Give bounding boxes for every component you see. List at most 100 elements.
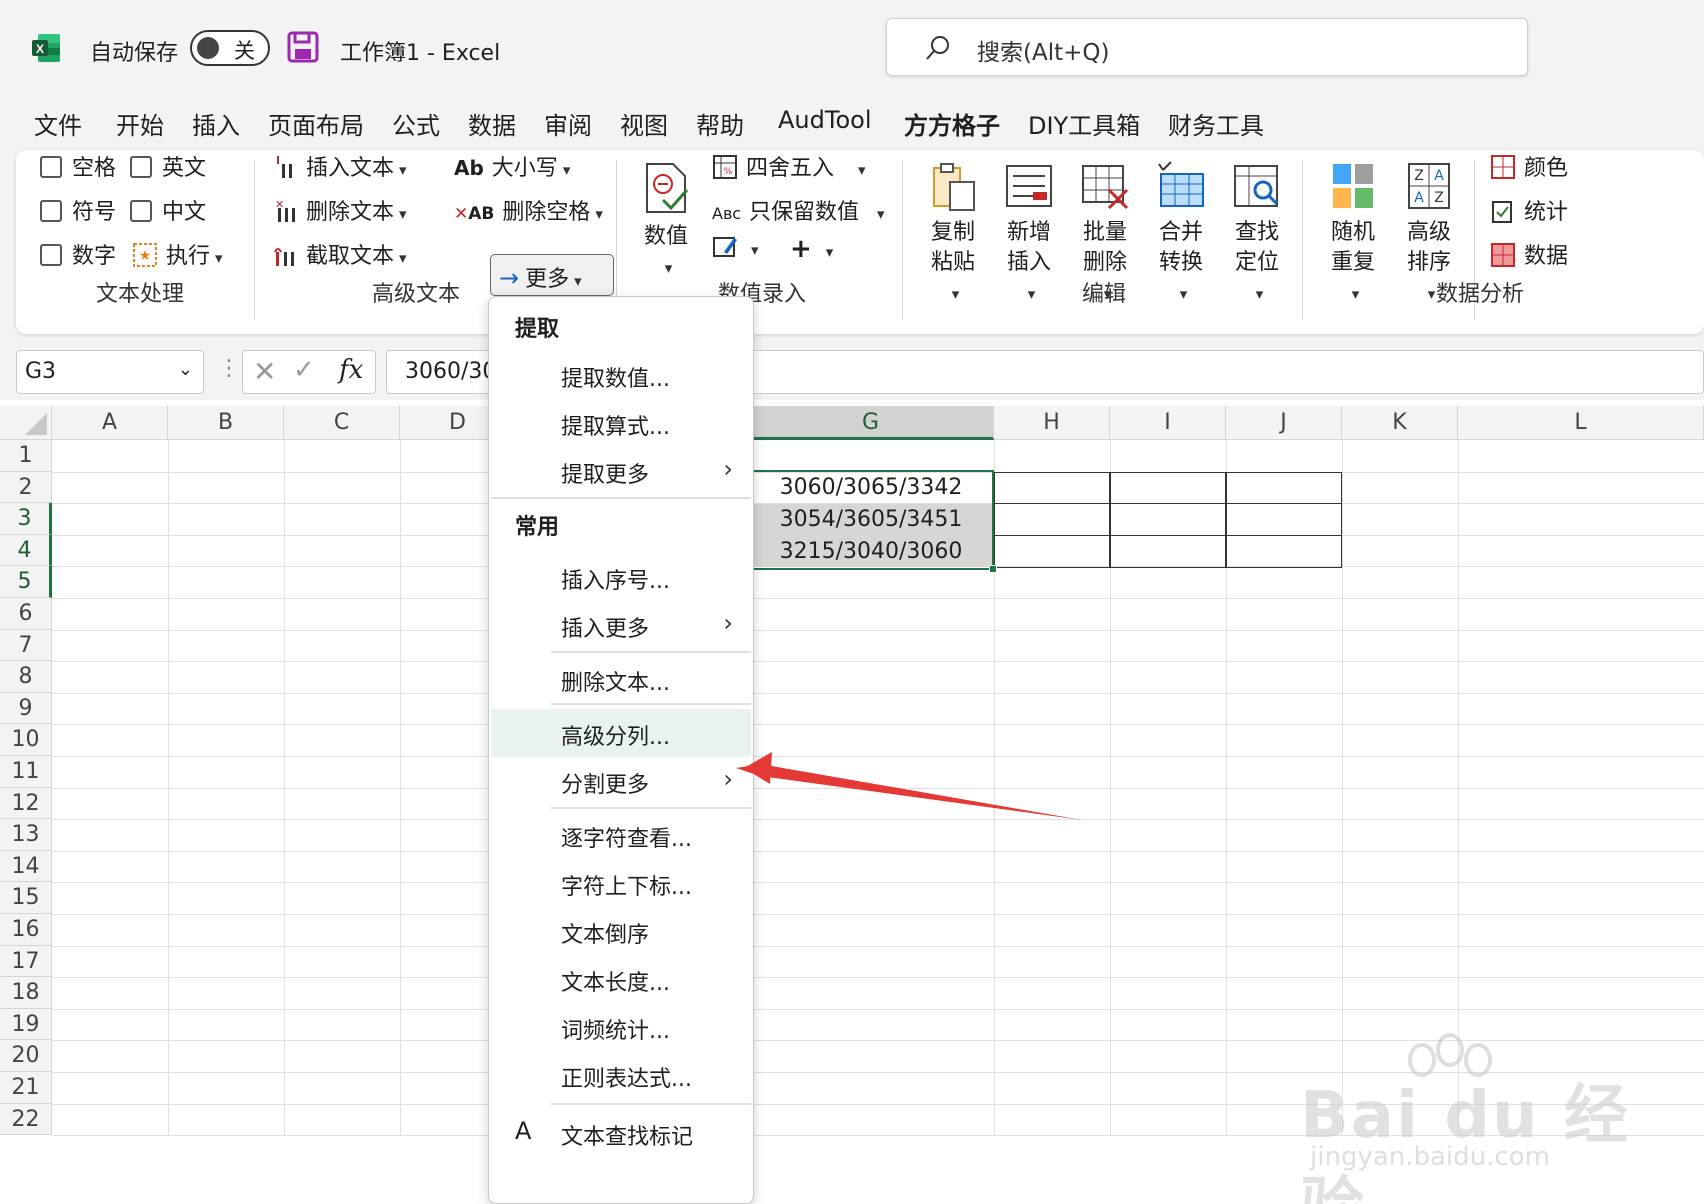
tab-insert[interactable]: 插入 — [192, 106, 240, 141]
statistics-button[interactable]: 统计 — [1490, 194, 1568, 226]
row-header-2[interactable]: 2 — [0, 471, 52, 504]
cancel-icon[interactable]: ✕ — [253, 355, 276, 388]
tab-view[interactable]: 视图 — [620, 106, 668, 141]
menu-advanced-split[interactable]: 高级分列... — [491, 709, 751, 757]
menu-regex[interactable]: 正则表达式... — [491, 1051, 751, 1099]
column-header-j[interactable]: J — [1226, 406, 1342, 440]
menu-word-frequency[interactable]: 词频统计... — [491, 1003, 751, 1051]
row-header-18[interactable]: 18 — [0, 977, 52, 1009]
column-header-k[interactable]: K — [1342, 406, 1458, 440]
delete-text-button[interactable]: ✕ 删除文本 ▾ — [272, 194, 407, 226]
cell-j4[interactable] — [1226, 503, 1342, 536]
new-insert-button[interactable]: 新增插入 ▾ — [994, 160, 1064, 309]
tab-file[interactable]: 文件 — [34, 106, 82, 141]
checkbox-english[interactable]: 英文 — [130, 150, 206, 182]
search-box[interactable]: 搜索(Alt+Q) — [886, 18, 1528, 76]
column-header-l[interactable]: L — [1458, 406, 1704, 440]
row-header-5[interactable]: 5 — [0, 566, 52, 598]
menu-text-find-mark[interactable]: A 文本查找标记 — [491, 1109, 751, 1157]
column-header-a[interactable]: A — [52, 406, 168, 440]
more-button[interactable]: → 更多 ▾ — [490, 254, 614, 296]
merge-convert-button[interactable]: 合并转换 ▾ — [1146, 160, 1216, 309]
row-header-6[interactable]: 6 — [0, 598, 52, 630]
menu-insert-more[interactable]: 插入更多 › — [491, 601, 751, 649]
data-button[interactable]: 数据 — [1490, 238, 1568, 270]
column-header-i[interactable]: I — [1110, 406, 1226, 440]
menu-insert-sequence[interactable]: 插入序号... — [491, 553, 751, 601]
case-button[interactable]: Ab 大小写 ▾ — [454, 150, 570, 182]
tab-data[interactable]: 数据 — [468, 106, 516, 141]
execute-button[interactable]: ★ 执行 ▾ — [132, 238, 223, 270]
column-header-g[interactable]: G — [748, 406, 994, 440]
tab-diy-toolbox[interactable]: DIY工具箱 — [1028, 106, 1140, 141]
keep-value-button[interactable]: Aʙᴄ 只保留数值 ▾ — [712, 194, 885, 226]
cell-h5[interactable] — [994, 535, 1110, 568]
column-header-h[interactable]: H — [994, 406, 1110, 440]
insert-text-button[interactable]: 插入文本 ▾ — [272, 150, 407, 182]
tab-help[interactable]: 帮助 — [696, 106, 744, 141]
row-header-13[interactable]: 13 — [0, 819, 52, 851]
row-header-19[interactable]: 19 — [0, 1008, 52, 1041]
row-header-22[interactable]: 22 — [0, 1103, 52, 1136]
cell-h4[interactable] — [994, 503, 1110, 536]
row-header-16[interactable]: 16 — [0, 914, 52, 946]
row-header-4[interactable]: 4 — [0, 534, 52, 567]
delete-space-button[interactable]: ✕AB 删除空格 ▾ — [454, 194, 603, 226]
more-options-icon[interactable]: ⋮ — [218, 356, 240, 381]
fill-handle[interactable] — [989, 565, 997, 573]
select-all-corner[interactable] — [0, 406, 52, 440]
checkbox-chinese[interactable]: 中文 — [130, 194, 206, 226]
menu-extract-more[interactable]: 提取更多 › — [491, 447, 751, 495]
edit-value-button[interactable]: ▾ — [712, 234, 759, 261]
name-box[interactable]: G3 ⌄ — [16, 350, 204, 394]
row-header-1[interactable]: 1 — [0, 440, 52, 472]
tab-home[interactable]: 开始 — [116, 106, 164, 141]
random-repeat-button[interactable]: 随机重复 ▾ — [1318, 160, 1388, 309]
cut-text-button[interactable]: 截取文本 ▾ — [272, 238, 407, 270]
row-header-21[interactable]: 21 — [0, 1072, 52, 1104]
row-header-17[interactable]: 17 — [0, 945, 52, 978]
save-icon[interactable] — [286, 30, 320, 64]
row-header-20[interactable]: 20 — [0, 1040, 52, 1072]
menu-delete-text[interactable]: 删除文本... — [491, 655, 751, 703]
cell-j5[interactable] — [1226, 535, 1342, 568]
checkbox-symbol[interactable]: 符号 — [40, 194, 116, 226]
menu-superscript-subscript[interactable]: 字符上下标... — [491, 859, 751, 907]
value-button[interactable]: 数值 ▾ — [636, 160, 696, 283]
column-header-b[interactable]: B — [168, 406, 284, 440]
row-header-9[interactable]: 9 — [0, 692, 52, 725]
checkbox-number[interactable]: 数字 — [40, 238, 116, 270]
row-header-15[interactable]: 15 — [0, 882, 52, 914]
round-button[interactable]: % 四舍五入 ▾ — [712, 150, 866, 182]
menu-char-view[interactable]: 逐字符查看... — [491, 811, 751, 859]
tab-formulas[interactable]: 公式 — [392, 106, 440, 141]
menu-extract-value[interactable]: 提取数值... — [491, 351, 751, 399]
row-header-14[interactable]: 14 — [0, 850, 52, 883]
find-locate-button[interactable]: 查找定位 ▾ — [1222, 160, 1292, 309]
row-header-3[interactable]: 3 — [0, 503, 52, 535]
row-header-12[interactable]: 12 — [0, 787, 52, 820]
menu-text-reverse[interactable]: 文本倒序 — [491, 907, 751, 955]
color-button[interactable]: 颜色 — [1490, 150, 1568, 182]
row-header-11[interactable]: 11 — [0, 756, 52, 788]
row-header-8[interactable]: 8 — [0, 661, 52, 693]
autosave-toggle[interactable]: 关 — [190, 30, 270, 66]
checkbox-space[interactable]: 空格 — [40, 150, 116, 182]
tab-page-layout[interactable]: 页面布局 — [268, 106, 364, 141]
cell-i5[interactable] — [1110, 535, 1226, 568]
chevron-down-icon[interactable]: ⌄ — [178, 359, 193, 380]
copy-paste-button[interactable]: 复制粘贴 ▾ — [918, 160, 988, 309]
menu-extract-formula[interactable]: 提取算式... — [491, 399, 751, 447]
confirm-icon[interactable]: ✓ — [293, 355, 315, 385]
cell-i3[interactable] — [1110, 472, 1226, 504]
column-header-c[interactable]: C — [284, 406, 400, 440]
row-header-10[interactable]: 10 — [0, 724, 52, 756]
cell-h3[interactable] — [994, 472, 1110, 504]
row-header-7[interactable]: 7 — [0, 629, 52, 662]
menu-text-length[interactable]: 文本长度... — [491, 955, 751, 1003]
tab-audtool[interactable]: AudTool — [778, 106, 871, 134]
cell-j3[interactable] — [1226, 472, 1342, 504]
menu-split-more[interactable]: 分割更多 › — [491, 757, 751, 805]
add-button[interactable]: + ▾ — [790, 234, 833, 264]
tab-review[interactable]: 审阅 — [544, 106, 592, 141]
